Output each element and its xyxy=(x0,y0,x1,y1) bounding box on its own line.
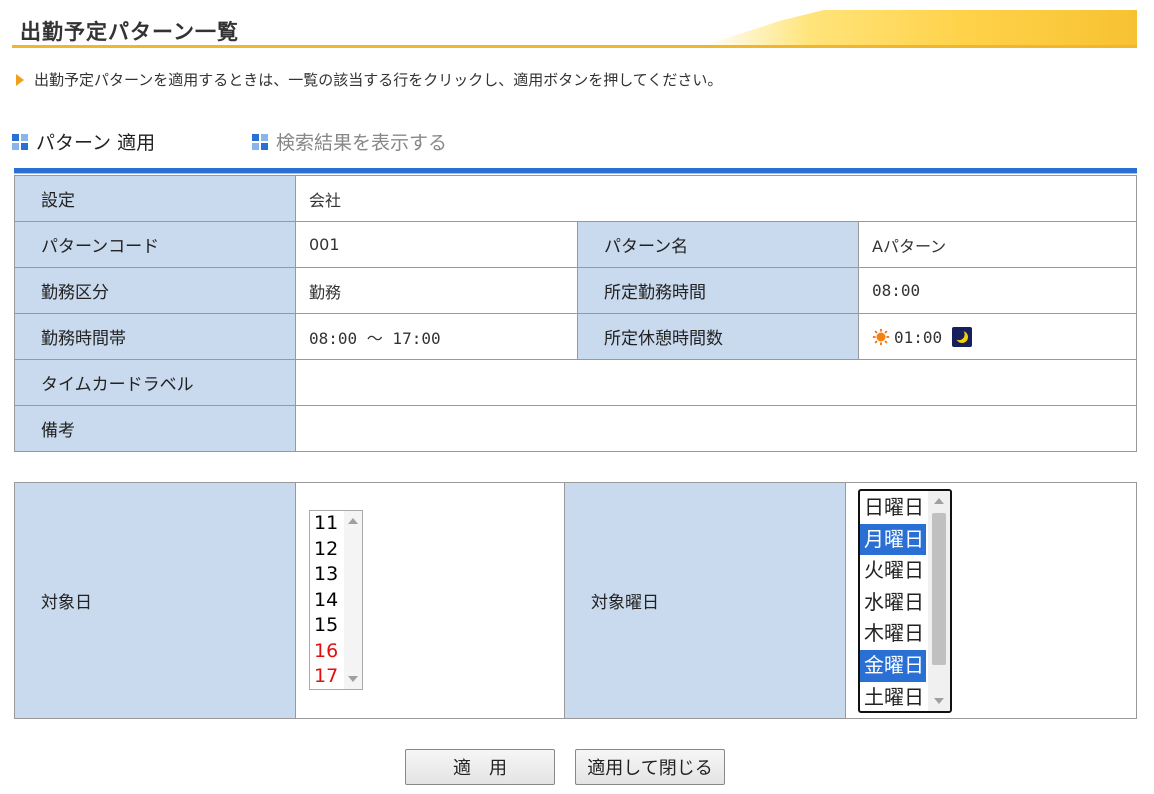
info-row-note: 備考 xyxy=(14,405,1137,452)
tab-pattern-apply[interactable]: パターン 適用 xyxy=(12,128,155,155)
timecard-label: タイムカードラベル xyxy=(14,359,296,406)
tab-show-search-results[interactable]: 検索結果を表示する xyxy=(252,128,447,155)
info-row-timecard: タイムカードラベル xyxy=(14,359,1137,406)
break-hours-label: 所定休憩時間数 xyxy=(577,313,859,360)
target-day-cell: 11 12 13 14 15 16 17 xyxy=(295,482,565,719)
timecard-value xyxy=(295,359,1137,406)
info-row-time-range: 勤務時間帯 08:00 〜 17:00 所定休憩時間数 01:00 xyxy=(14,313,1137,360)
scroll-down-arrow-icon[interactable] xyxy=(934,698,944,704)
work-time-range-value: 08:00 〜 17:00 xyxy=(295,313,578,360)
tab-divider xyxy=(14,168,1137,174)
pattern-name-value: Aパターン xyxy=(858,221,1137,268)
page-header: 出勤予定パターン一覧 xyxy=(12,8,1137,48)
info-row-code: パターンコード 001 パターン名 Aパターン xyxy=(14,221,1137,268)
target-weekday-label: 対象曜日 xyxy=(564,482,846,719)
scroll-up-arrow-icon[interactable] xyxy=(934,498,944,504)
scheduled-hours-value: 08:00 xyxy=(858,267,1137,314)
note-value xyxy=(295,405,1137,452)
grid-icon xyxy=(12,134,28,150)
apply-and-close-button[interactable]: 適用して閉じる xyxy=(575,749,725,785)
weekday-option[interactable]: 水曜日 xyxy=(860,587,926,619)
scroll-up-arrow-icon[interactable] xyxy=(348,518,358,524)
tab-show-search-results-label: 検索結果を表示する xyxy=(276,132,448,154)
setting-label: 設定 xyxy=(14,175,296,222)
target-day-label: 対象日 xyxy=(14,482,296,719)
target-row: 対象日 11 12 13 14 15 16 17 対象曜日 日曜日 月曜日 火曜日 水曜日 木曜日金… xyxy=(14,482,1137,719)
header-underline xyxy=(12,45,1137,48)
pattern-code-label: パターンコード xyxy=(14,221,296,268)
tab-pattern-apply-label: パターン 適用 xyxy=(36,132,156,154)
scroll-thumb[interactable] xyxy=(932,513,946,665)
weekday-option[interactable]: 金曜日 xyxy=(860,649,926,682)
scheduled-hours-label: 所定勤務時間 xyxy=(577,267,859,314)
weekday-listbox-scrollbar[interactable] xyxy=(928,491,950,711)
pattern-name-label: パターン名 xyxy=(577,221,859,268)
triangle-right-icon xyxy=(16,74,24,86)
info-row-category: 勤務区分 勤務 所定勤務時間 08:00 xyxy=(14,267,1137,314)
work-category-value: 勤務 xyxy=(295,267,578,314)
work-category-label: 勤務区分 xyxy=(14,267,296,314)
pattern-info-table: 設定 会社 パターンコード 001 パターン名 Aパターン 勤務区分 勤務 所定… xyxy=(14,175,1137,452)
weekday-option[interactable]: 火曜日 xyxy=(860,555,926,587)
pattern-code-value: 001 xyxy=(295,221,578,268)
instruction-text-row: 出勤予定パターンを適用するときは、一覧の該当する行をクリックし、適用ボタンを押し… xyxy=(16,69,722,90)
target-selection-table: 対象日 11 12 13 14 15 16 17 対象曜日 日曜日 月曜日 火曜日 水曜日 木曜日金… xyxy=(14,482,1137,719)
grid-icon xyxy=(252,134,268,150)
target-weekday-cell: 日曜日 月曜日 火曜日 水曜日 木曜日 金曜日 土曜日 xyxy=(845,482,1137,719)
weekday-option[interactable]: 土曜日 xyxy=(860,682,926,711)
break-hours-cell: 01:00 xyxy=(858,313,1137,360)
weekday-option[interactable]: 木曜日 xyxy=(860,618,926,650)
target-weekday-listbox[interactable]: 日曜日 月曜日 火曜日 水曜日 木曜日 金曜日 土曜日 xyxy=(858,489,952,713)
target-day-listbox[interactable]: 11 12 13 14 15 16 17 xyxy=(309,510,363,690)
apply-button[interactable]: 適 用 xyxy=(405,749,555,785)
moon-icon xyxy=(952,326,973,347)
header-decoration xyxy=(702,10,1137,46)
weekday-option[interactable]: 日曜日 xyxy=(860,492,926,524)
note-label: 備考 xyxy=(14,405,296,452)
work-time-range-label: 勤務時間帯 xyxy=(14,313,296,360)
weekday-option[interactable]: 月曜日 xyxy=(860,523,926,556)
break-hours-value: 01:00 xyxy=(894,327,943,347)
scroll-down-arrow-icon[interactable] xyxy=(348,676,358,682)
instruction-text: 出勤予定パターンを適用するときは、一覧の該当する行をクリックし、適用ボタンを押し… xyxy=(34,71,723,89)
day-listbox-scrollbar[interactable] xyxy=(344,511,362,689)
setting-value: 会社 xyxy=(295,175,1137,222)
page-title: 出勤予定パターン一覧 xyxy=(20,20,239,44)
info-row-setting: 設定 会社 xyxy=(14,175,1137,222)
sun-icon xyxy=(872,328,890,345)
